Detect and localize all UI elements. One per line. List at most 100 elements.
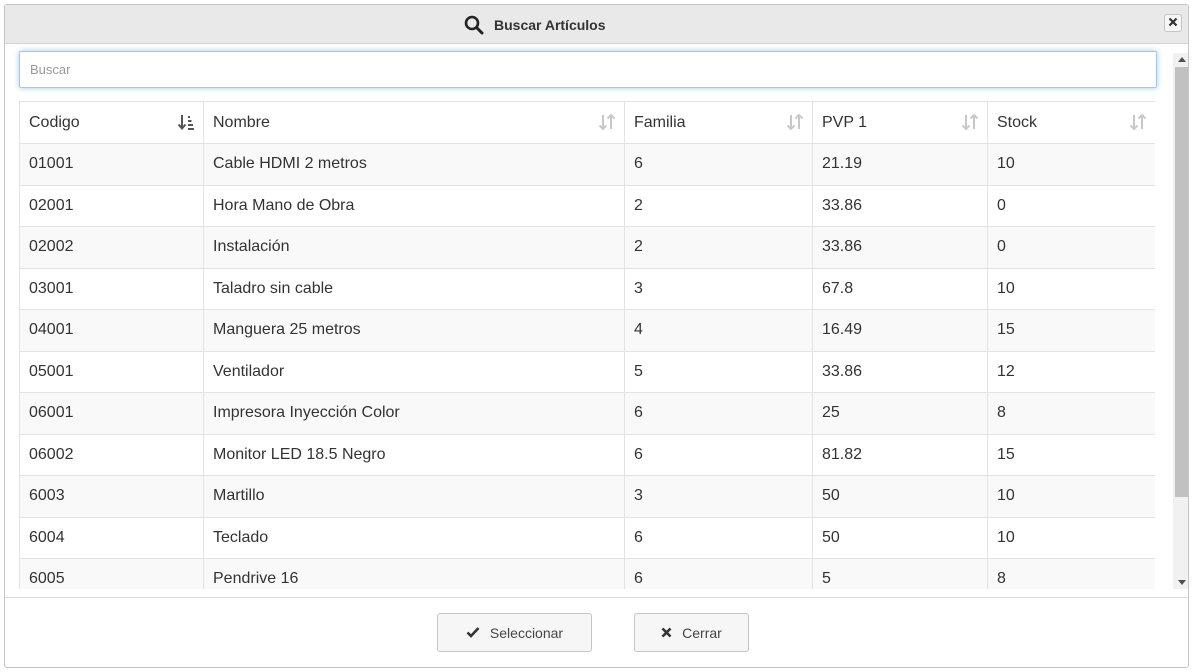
- cell-stock: 0: [987, 226, 1155, 269]
- cell-stock: 15: [987, 433, 1155, 476]
- table-row[interactable]: 05001 Ventilador 5 33.86 12: [19, 350, 1155, 393]
- check-icon: [466, 625, 490, 641]
- sort-both-icon: [598, 113, 616, 131]
- cell-pvp1: 67.8: [812, 267, 988, 310]
- cell-nombre: Teclado: [203, 516, 625, 559]
- cell-pvp1: 33.86: [812, 350, 988, 393]
- scroll-up-arrow-icon[interactable]: [1173, 53, 1188, 65]
- sort-both-icon: [1129, 113, 1147, 131]
- cell-codigo: 6004: [19, 516, 204, 559]
- cell-codigo: 04001: [19, 309, 204, 352]
- cell-nombre: Manguera 25 metros: [203, 309, 625, 352]
- cell-stock: 0: [987, 184, 1155, 227]
- column-header-label: PVP 1: [822, 113, 868, 131]
- cell-familia: 6: [624, 392, 813, 435]
- column-header-codigo[interactable]: Codigo: [19, 101, 204, 144]
- cell-nombre: Ventilador: [203, 350, 625, 393]
- cell-stock: 10: [987, 516, 1155, 559]
- articles-table-container: Codigo Nombre Familia PVP 1 Stock 01001 …: [19, 101, 1155, 589]
- table-row[interactable]: 03001 Taladro sin cable 3 67.8 10: [19, 267, 1155, 310]
- dialog-title: Buscar Artículos: [494, 17, 606, 33]
- sort-both-icon: [961, 113, 979, 131]
- cell-stock: 8: [987, 392, 1155, 435]
- close-button[interactable]: Cerrar: [634, 613, 749, 652]
- search-articles-dialog: Buscar Artículos Buscar Codigo Nombre Fa…: [4, 4, 1189, 668]
- cell-nombre: Hora Mano de Obra: [203, 184, 625, 227]
- cell-codigo: 01001: [19, 143, 204, 186]
- column-header-label: Stock: [997, 113, 1038, 131]
- sort-both-icon: [786, 113, 804, 131]
- scrollbar-thumb[interactable]: [1175, 67, 1188, 497]
- cell-codigo: 6003: [19, 475, 204, 518]
- close-icon: [661, 625, 682, 641]
- cell-pvp1: 50: [812, 475, 988, 518]
- column-header-pvp1[interactable]: PVP 1: [812, 101, 988, 144]
- table-scrollbar[interactable]: [1173, 53, 1188, 589]
- cell-nombre: Instalación: [203, 226, 625, 269]
- cell-familia: 6: [624, 558, 813, 589]
- cell-nombre: Cable HDMI 2 metros: [203, 143, 625, 186]
- cell-nombre: Monitor LED 18.5 Negro: [203, 433, 625, 476]
- select-button-label: Seleccionar: [489, 624, 564, 641]
- table-header-row: Codigo Nombre Familia PVP 1 Stock: [19, 101, 1155, 144]
- table-row[interactable]: 01001 Cable HDMI 2 metros 6 21.19 10: [19, 143, 1155, 186]
- articles-table: Codigo Nombre Familia PVP 1 Stock 01001 …: [19, 101, 1155, 589]
- cell-codigo: 06002: [19, 433, 204, 476]
- column-header-familia[interactable]: Familia: [624, 101, 813, 144]
- table-row[interactable]: 6005 Pendrive 16 6 5 8: [19, 558, 1155, 589]
- cell-pvp1: 16.49: [812, 309, 988, 352]
- cell-familia: 3: [624, 267, 813, 310]
- close-button-label: Cerrar: [682, 624, 722, 641]
- table-row[interactable]: 06002 Monitor LED 18.5 Negro 6 81.82 15: [19, 433, 1155, 476]
- cell-pvp1: 21.19: [812, 143, 988, 186]
- cell-codigo: 06001: [19, 392, 204, 435]
- cell-pvp1: 50: [812, 516, 988, 559]
- search-input[interactable]: [19, 51, 1157, 88]
- footer-divider: [5, 597, 1188, 598]
- cell-pvp1: 33.86: [812, 226, 988, 269]
- column-header-label: Familia: [634, 113, 686, 131]
- dialog-titlebar: Buscar Artículos: [5, 5, 1188, 44]
- cell-familia: 6: [624, 143, 813, 186]
- cell-familia: 5: [624, 350, 813, 393]
- cell-codigo: 03001: [19, 267, 204, 310]
- scroll-down-arrow-icon[interactable]: [1173, 577, 1188, 589]
- table-row[interactable]: 02002 Instalación 2 33.86 0: [19, 226, 1155, 269]
- cell-familia: 6: [624, 516, 813, 559]
- dialog-close-button[interactable]: [1164, 14, 1182, 32]
- select-button[interactable]: Seleccionar: [437, 613, 592, 652]
- cell-familia: 2: [624, 184, 813, 227]
- cell-nombre: Pendrive 16: [203, 558, 625, 589]
- cell-familia: 3: [624, 475, 813, 518]
- table-row[interactable]: 06001 Impresora Inyección Color 6 25 8: [19, 392, 1155, 435]
- cell-familia: 6: [624, 433, 813, 476]
- column-header-label: Nombre: [213, 113, 270, 131]
- cell-stock: 10: [987, 267, 1155, 310]
- table-row[interactable]: 04001 Manguera 25 metros 4 16.49 15: [19, 309, 1155, 352]
- sort-ascending-icon: [177, 113, 195, 131]
- table-row[interactable]: 02001 Hora Mano de Obra 2 33.86 0: [19, 184, 1155, 227]
- dialog-title-group: Buscar Artículos: [464, 14, 606, 36]
- cell-stock: 12: [987, 350, 1155, 393]
- cell-pvp1: 25: [812, 392, 988, 435]
- close-icon: [1168, 14, 1178, 32]
- cell-stock: 15: [987, 309, 1155, 352]
- cell-stock: 10: [987, 475, 1155, 518]
- table-row[interactable]: 6003 Martillo 3 50 10: [19, 475, 1155, 518]
- column-header-nombre[interactable]: Nombre: [203, 101, 625, 144]
- table-row[interactable]: 6004 Teclado 6 50 10: [19, 516, 1155, 559]
- column-header-stock[interactable]: Stock: [987, 101, 1155, 144]
- cell-familia: 4: [624, 309, 813, 352]
- cell-codigo: 05001: [19, 350, 204, 393]
- cell-codigo: 02001: [19, 184, 204, 227]
- cell-pvp1: 5: [812, 558, 988, 589]
- cell-stock: 10: [987, 143, 1155, 186]
- cell-familia: 2: [624, 226, 813, 269]
- cell-pvp1: 81.82: [812, 433, 988, 476]
- cell-nombre: Martillo: [203, 475, 625, 518]
- cell-stock: 8: [987, 558, 1155, 589]
- search-icon: [464, 15, 484, 35]
- cell-codigo: 6005: [19, 558, 204, 589]
- cell-nombre: Impresora Inyección Color: [203, 392, 625, 435]
- cell-pvp1: 33.86: [812, 184, 988, 227]
